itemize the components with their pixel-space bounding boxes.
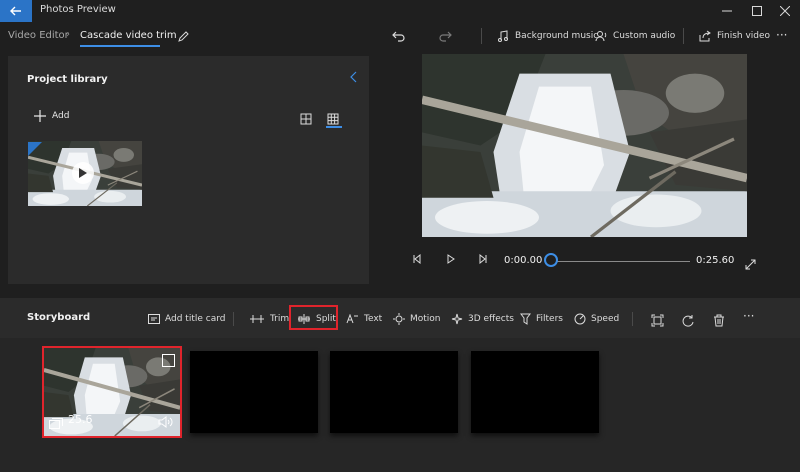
motion-button[interactable]: Motion [393,311,441,327]
expand-icon [745,259,756,270]
maximize-icon [752,6,762,16]
speedometer-icon [574,313,586,325]
small-grid-view-button[interactable] [327,110,341,125]
speed-button[interactable]: Speed [574,311,619,327]
back-arrow-icon [10,6,21,16]
large-grid-view-button[interactable] [300,110,314,125]
filters-label: Filters [536,314,563,324]
play-thumbnail-icon[interactable] [72,162,94,184]
music-note-icon [498,30,508,42]
custom-audio-label: Custom audio [613,31,676,41]
trim-label: Trim [270,314,290,324]
video-preview [422,54,747,237]
motion-icon [393,313,405,325]
next-frame-button[interactable] [478,253,488,267]
storyboard-empty-slot[interactable] [471,351,599,433]
add-media-button[interactable]: Add [34,110,69,122]
trim-button[interactable]: Trim [249,311,289,327]
crop-resize-icon [651,314,664,327]
collapse-panel-icon[interactable] [350,71,358,86]
step-forward-icon [479,253,487,265]
redo-icon [439,31,452,42]
project-title-underline [80,45,160,47]
current-time: 0:00.00 [504,255,543,266]
volume-icon [158,416,173,428]
finish-video-button[interactable]: Finish video [699,26,770,46]
close-icon [780,6,790,16]
background-music-label: Background music [515,31,599,41]
clip-select-checkbox[interactable] [162,354,175,367]
split-highlight-box [289,305,338,330]
selected-view-underline [326,126,342,128]
previous-frame-button[interactable] [412,253,422,267]
add-title-card-label: Add title card [165,314,226,324]
chevron-right-icon: › [66,29,70,40]
custom-audio-button[interactable]: Custom audio [595,26,675,46]
rotate-icon [682,315,694,327]
project-title[interactable]: Cascade video trim [80,30,177,41]
trash-icon [714,314,724,327]
storyboard-more-icon[interactable]: ··· [743,309,754,323]
add-label: Add [52,111,70,121]
fullscreen-button[interactable] [745,255,756,274]
added-marker-icon [28,141,42,160]
rotate-button[interactable] [682,312,695,331]
seek-handle[interactable] [544,253,558,267]
background-music-button[interactable]: Background music [497,26,598,46]
play-button[interactable] [446,254,456,267]
total-time: 0:25.60 [696,255,735,266]
pencil-icon [178,31,189,42]
back-button[interactable] [0,0,32,22]
close-button[interactable] [770,0,800,22]
storyboard-empty-slot[interactable] [330,351,458,433]
filters-button[interactable]: Filters [520,311,563,327]
delete-button[interactable] [713,312,725,331]
toolbar-divider [481,28,482,44]
seek-bar[interactable] [552,261,690,262]
title-card-icon [148,314,160,324]
maximize-button[interactable] [742,0,772,22]
add-title-card-button[interactable]: Add title card [148,311,225,327]
speed-label: Speed [591,314,620,324]
resize-button[interactable] [651,312,664,331]
grid-large-icon [300,113,312,125]
minimize-icon [722,10,732,12]
storyboard-divider [233,312,234,326]
3d-effects-button[interactable]: 3D effects [451,311,514,327]
redo-button[interactable] [438,28,452,47]
text-label: Text [364,314,383,324]
text-icon [346,314,358,324]
grid-small-icon [327,113,339,125]
toolbar-divider [683,28,684,44]
breadcrumb-video-editor[interactable]: Video Editor [8,30,69,41]
clip-duration: 25.6 [68,413,93,426]
export-icon [699,30,711,42]
more-options-icon[interactable]: ··· [776,28,787,42]
filter-icon [520,313,531,325]
plus-icon [34,110,46,122]
storyboard-empty-slot[interactable] [190,351,318,433]
storyboard-divider [632,312,633,326]
finish-video-label: Finish video [717,31,771,41]
undo-icon [392,31,405,42]
3d-effects-label: 3D effects [468,314,514,324]
title-bar [0,0,800,22]
play-icon [447,254,455,264]
rename-button[interactable] [177,28,190,47]
step-back-icon [413,253,421,265]
clip-volume-button[interactable] [158,413,173,432]
trim-icon [250,315,264,323]
project-library-title: Project library [27,74,108,85]
storyboard-title: Storyboard [27,312,91,323]
motion-label: Motion [410,314,441,324]
undo-button[interactable] [392,28,406,47]
person-audio-icon [595,31,607,42]
text-button[interactable]: Text [346,311,382,327]
clip-duration-icon [49,414,63,433]
window-title: Photos Preview [40,4,116,15]
sparkle-icon [451,313,463,325]
minimize-button[interactable] [712,0,742,22]
